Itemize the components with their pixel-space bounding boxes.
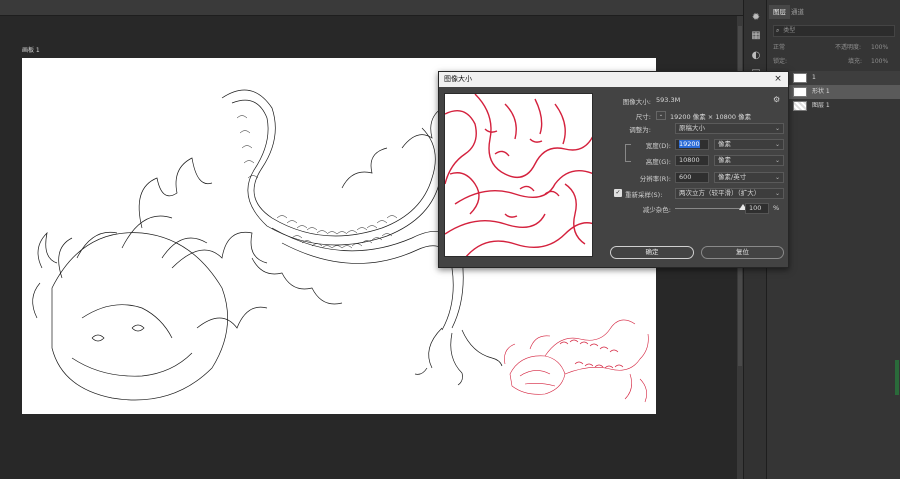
red-dragon-artwork	[500, 304, 660, 414]
fit-to-value: 原稿大小	[679, 124, 705, 132]
layer-row-artboard[interactable]: 1	[789, 71, 900, 85]
panel-tabs: 图层 通道	[767, 5, 900, 19]
fit-to-select[interactable]: 原稿大小 ⌄	[675, 123, 784, 134]
height-unit-select[interactable]: 像素 ⌄	[714, 155, 784, 166]
resolution-label: 分辨率(R):	[639, 175, 671, 183]
tab-channels[interactable]: 通道	[787, 5, 808, 19]
layer-filter-search[interactable]: ⌕ 类型	[773, 25, 895, 37]
adjustments-icon[interactable]: ◐	[748, 48, 764, 64]
lock-row: 锁定: 填充: 100%	[773, 55, 895, 69]
layer-row-pixel[interactable]: 图层 1	[789, 99, 900, 113]
image-size-label: 图像大小:	[622, 98, 651, 106]
chevron-down-icon: ⌄	[774, 174, 780, 181]
image-size-value: 593.3M	[656, 96, 681, 104]
layer-name: 图层 1	[812, 102, 830, 109]
lock-label: 锁定:	[773, 58, 788, 65]
search-placeholder: 类型	[783, 27, 796, 34]
resolution-unit-select[interactable]: 像素/英寸 ⌄	[714, 172, 784, 183]
reduce-noise-label: 减少杂色:	[642, 206, 671, 214]
chevron-down-icon: ⌄	[774, 141, 780, 148]
reset-button[interactable]: 复位	[701, 246, 784, 259]
blend-mode-select[interactable]: 正常	[773, 44, 785, 51]
document-tab[interactable]: 画板 1	[22, 45, 40, 55]
shape-thumbnail	[793, 87, 807, 97]
dimensions-label: 尺寸:	[635, 113, 651, 121]
sun-icon[interactable]: ✹	[748, 10, 764, 26]
dimensions-value: 19200 像素 × 10800 像素	[670, 113, 752, 121]
chevron-down-icon: ⌄	[774, 125, 780, 132]
resolution-unit: 像素/英寸	[718, 173, 747, 181]
opacity-label: 不透明度:	[835, 44, 862, 51]
resolution-input[interactable]: 600	[675, 172, 709, 183]
image-size-dialog: 图像大小 × 图像大小: 593.3M ⚙ 尺寸: ⌄ 19200 像素 × 1…	[438, 71, 789, 268]
height-label: 高度(G):	[645, 158, 671, 166]
resample-select[interactable]: 两次立方（较平滑）（扩大） ⌄	[675, 188, 784, 199]
layer-row-shape[interactable]: 形状 1	[789, 85, 900, 99]
width-label: 宽度(D):	[645, 142, 671, 150]
chevron-down-icon[interactable]: ⌄	[656, 111, 666, 120]
blend-row: 正常 不透明度: 100%	[773, 41, 895, 55]
ok-button[interactable]: 确定	[610, 246, 694, 259]
height-input[interactable]: 10800	[675, 155, 709, 166]
height-unit: 像素	[718, 156, 731, 164]
width-input[interactable]: 19200	[675, 139, 709, 150]
percent-unit: %	[773, 204, 780, 212]
fit-to-label: 调整为:	[629, 126, 651, 134]
resample-checkbox[interactable]: ✓	[614, 189, 622, 197]
width-unit: 像素	[718, 140, 731, 148]
fill-label: 填充:	[848, 58, 863, 65]
chevron-down-icon: ⌄	[774, 190, 780, 197]
red-dragon-drawing	[504, 319, 649, 403]
search-icon: ⌕	[776, 27, 780, 34]
layer-name: 形状 1	[812, 88, 830, 95]
fill-value[interactable]: 100%	[871, 55, 888, 69]
reduce-noise-slider[interactable]	[675, 208, 743, 209]
image-preview[interactable]	[444, 93, 593, 257]
resample-label: 重新采样(S):	[625, 191, 663, 199]
gear-icon[interactable]: ⚙	[773, 95, 780, 104]
close-icon[interactable]: ×	[773, 72, 783, 87]
grid-icon[interactable]: ▦	[748, 28, 764, 44]
dialog-title: 图像大小	[439, 72, 788, 87]
layer-name: 1	[812, 74, 816, 81]
preview-red-dragon	[445, 94, 592, 256]
reduce-noise-input[interactable]: 100	[745, 203, 769, 214]
pixel-thumbnail	[793, 101, 807, 111]
chevron-down-icon: ⌄	[774, 157, 780, 164]
width-unit-select[interactable]: 像素 ⌄	[714, 139, 784, 150]
artboard-thumbnail	[793, 73, 807, 83]
document-tab-title: 画板 1	[22, 47, 40, 54]
resample-value: 两次立方（较平滑）（扩大）	[679, 189, 761, 197]
opacity-value[interactable]: 100%	[871, 41, 888, 55]
panel-indicator	[895, 360, 899, 395]
